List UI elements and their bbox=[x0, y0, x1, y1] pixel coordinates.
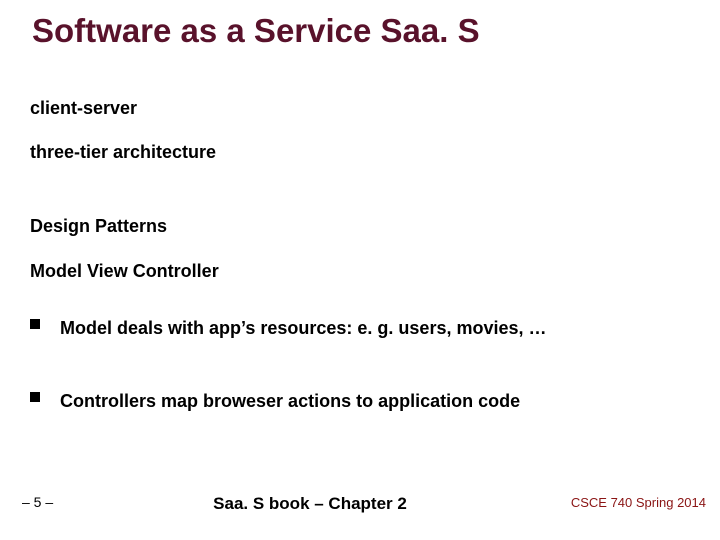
slide-title: Software as a Service Saa. S bbox=[32, 12, 480, 50]
footer-right: CSCE 740 Spring 2014 bbox=[571, 495, 706, 510]
square-bullet-icon bbox=[30, 392, 40, 402]
line-mvc: Model View Controller bbox=[30, 261, 219, 282]
footer-center-text: Saa. S book – Chapter 2 bbox=[213, 494, 407, 514]
slide: Software as a Service Saa. S client-serv… bbox=[0, 0, 720, 540]
bullet-item: Controllers map broweser actions to appl… bbox=[30, 390, 680, 413]
square-bullet-icon bbox=[30, 319, 40, 329]
line-three-tier: three-tier architecture bbox=[30, 142, 216, 163]
line-design-patterns: Design Patterns bbox=[30, 216, 167, 237]
line-client-server: client-server bbox=[30, 98, 137, 119]
bullet-text: Model deals with app’s resources: e. g. … bbox=[60, 317, 680, 340]
bullet-item: Model deals with app’s resources: e. g. … bbox=[30, 317, 680, 340]
bullet-text: Controllers map broweser actions to appl… bbox=[60, 390, 680, 413]
